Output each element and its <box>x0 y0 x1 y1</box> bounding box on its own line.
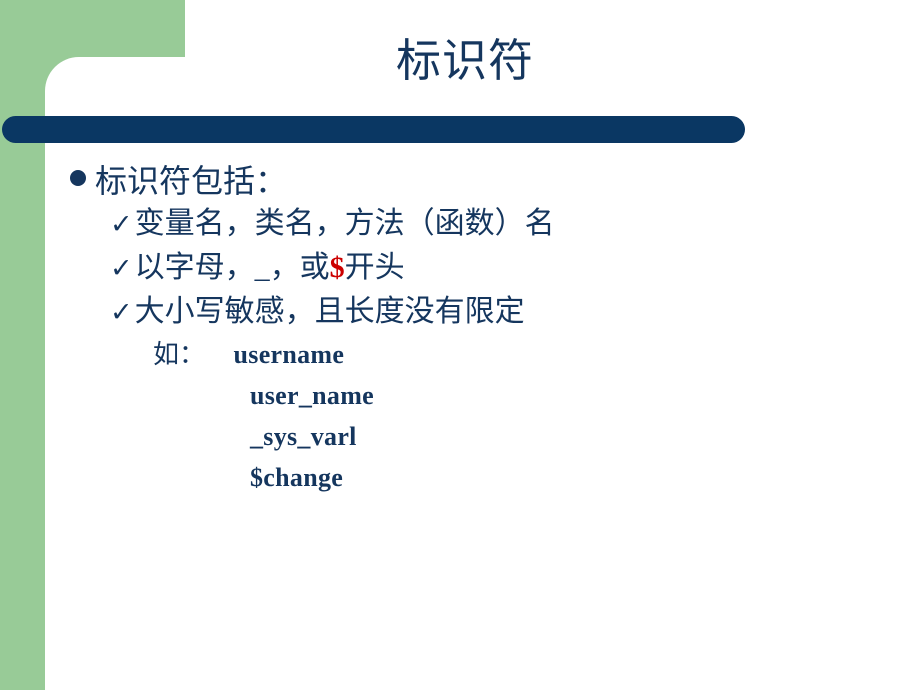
example-code-2: user_name <box>250 381 375 410</box>
bullet-level2-label-2-after: 开头 <box>344 251 405 284</box>
checkmark-bullet-icon: ✓ <box>110 297 133 328</box>
example-label: 如： <box>153 340 206 369</box>
bullet-level2-item-3: ✓ 大小写敏感，且长度没有限定 <box>0 290 920 334</box>
checkmark-bullet-icon: ✓ <box>110 209 133 240</box>
bullet-level2-item-1: ✓ 变量名，类名，方法（函数）名 <box>0 202 920 246</box>
example-code-3-line: _sys_varl <box>0 416 920 457</box>
navy-title-underline-bar <box>2 116 745 143</box>
checkmark-bullet-icon: ✓ <box>110 253 133 284</box>
filled-circle-bullet-icon <box>70 170 86 186</box>
example-code-2-line: user_name <box>0 375 920 416</box>
bullet-level1-label: 标识符包括： <box>95 163 288 199</box>
slide-title: 标识符 <box>395 36 534 86</box>
slide-body: 标识符包括： ✓ 变量名，类名，方法（函数）名 ✓ 以字母，_，或 $ 开头 ✓ 大… <box>0 160 920 498</box>
dollar-sign-accent: $ <box>329 251 345 284</box>
bullet-level2-label-1: 变量名，类名，方法（函数）名 <box>134 207 555 240</box>
example-code-4: $change <box>250 463 344 492</box>
example-first-line: 如： username <box>0 334 920 375</box>
slide-canvas: 标识符 标识符包括： ✓ 变量名，类名，方法（函数）名 ✓ 以字母，_，或 $ 开头… <box>0 0 920 690</box>
bullet-level2-label-2-before: 以字母，_，或 <box>134 251 330 284</box>
example-code-3: _sys_varl <box>250 422 357 451</box>
example-code-4-line: $change <box>0 457 920 498</box>
bullet-level2-label-3: 大小写敏感，且长度没有限定 <box>134 295 525 328</box>
bullet-level2-item-2: ✓ 以字母，_，或 $ 开头 <box>0 246 920 290</box>
bullet-level1: 标识符包括： <box>0 160 920 202</box>
example-code-1: username <box>233 340 345 369</box>
